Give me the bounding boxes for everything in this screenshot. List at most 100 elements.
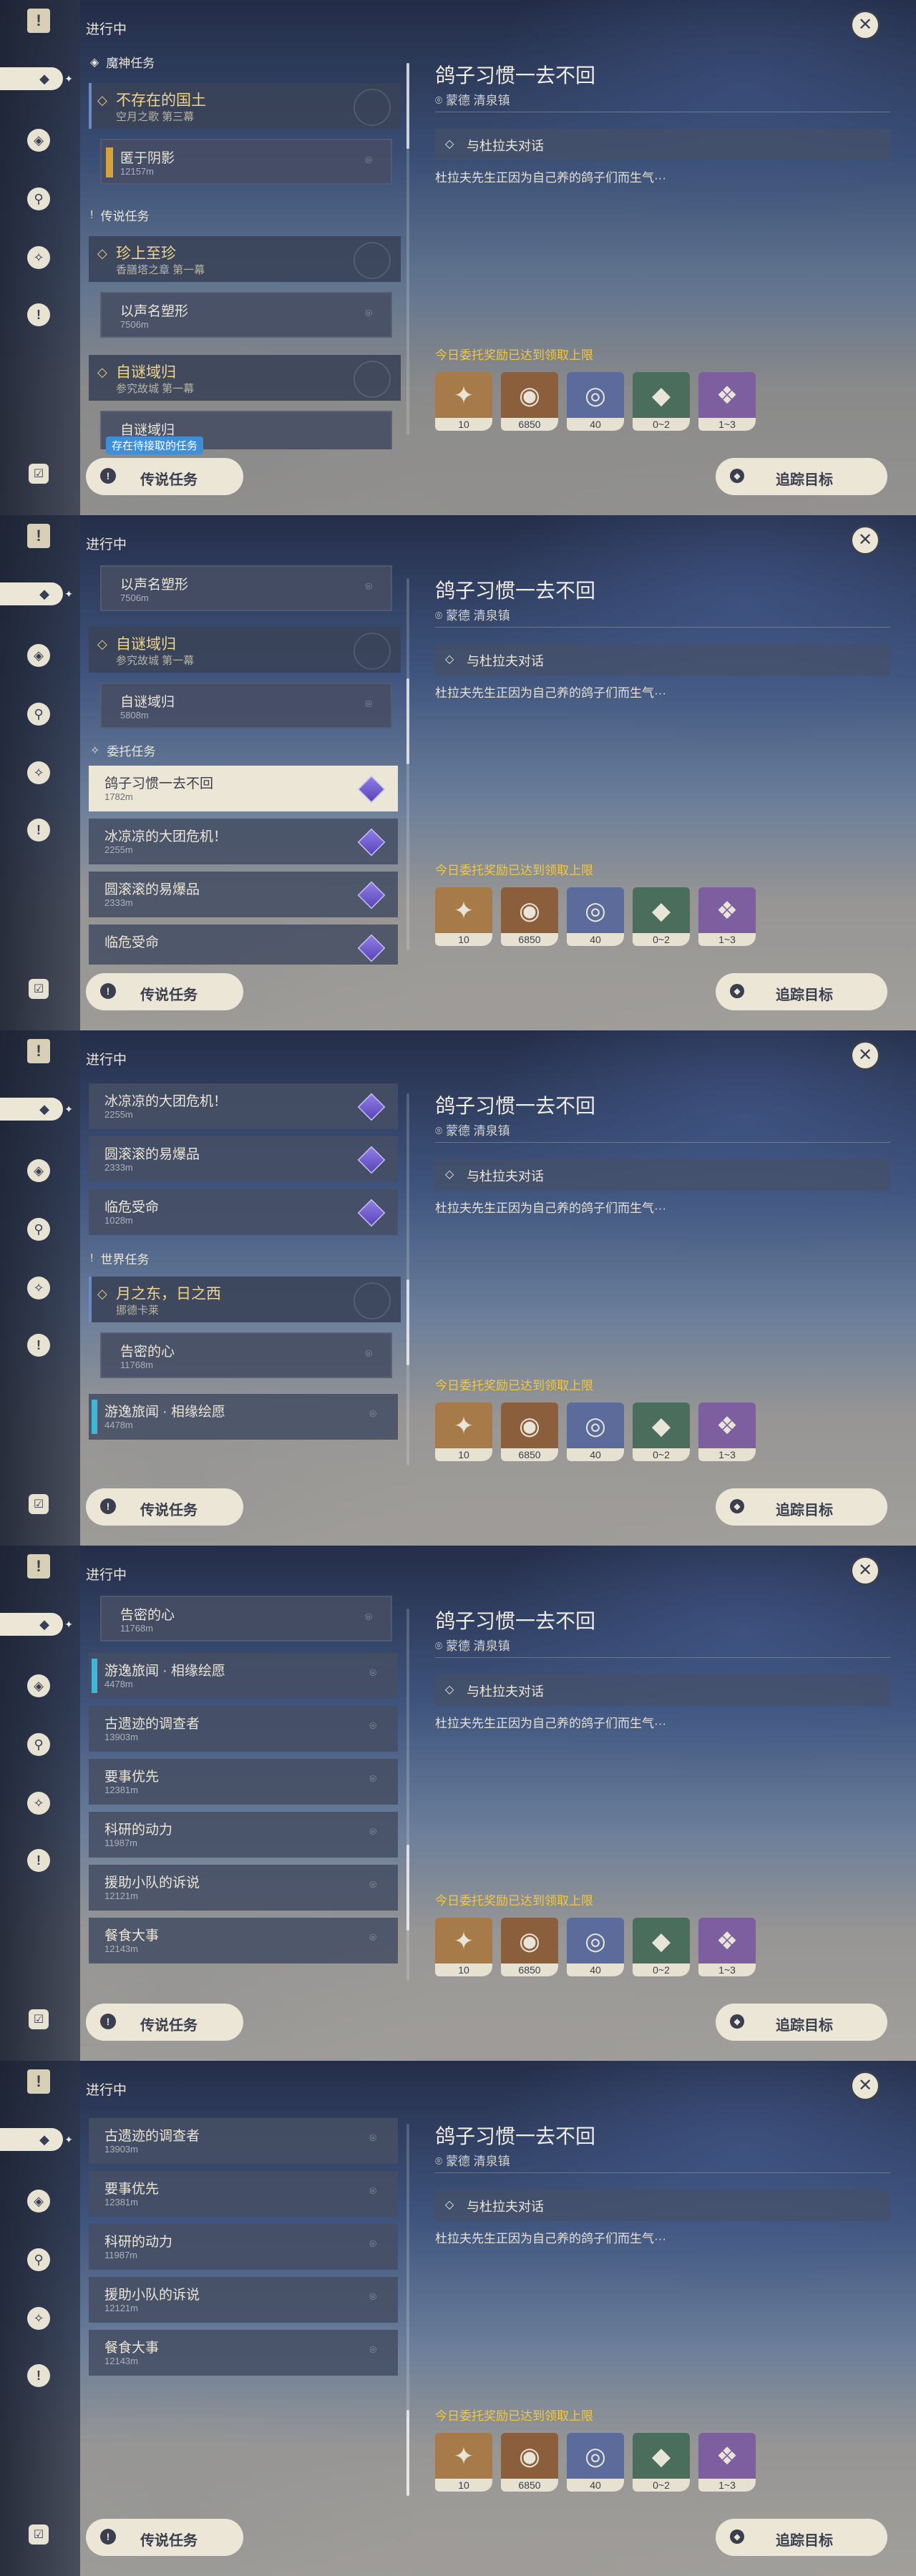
nav-all-quests[interactable]: ◆ ✦ xyxy=(0,582,73,605)
settings-icon[interactable]: ☑ xyxy=(29,464,49,484)
quest-item[interactable]: 冰凉凉的大团危机！ 2255m xyxy=(89,819,398,864)
list-scrollbar[interactable] xyxy=(406,63,409,435)
reward-item[interactable]: ◆ 0~2 xyxy=(633,887,690,946)
nav-all-quests[interactable]: ◆ ✦ xyxy=(0,1613,73,1636)
scroll-thumb[interactable] xyxy=(406,63,409,149)
quest-parent[interactable]: ◇ 不存在的国土 空月之歌 第三幕 xyxy=(89,83,401,129)
list-scrollbar[interactable] xyxy=(406,578,409,950)
reward-item[interactable]: ✦ 10 xyxy=(435,1402,492,1461)
quest-list[interactable]: 冰凉凉的大团危机！ 2255m 圆滚滚的易爆品 2333m 临危受命 1028m ! 世… xyxy=(86,1073,401,1480)
reward-item[interactable]: ◆ 0~2 xyxy=(633,372,690,431)
nav-story-quests[interactable]: ⚲ xyxy=(27,703,50,726)
settings-icon[interactable]: ☑ xyxy=(29,1494,49,1514)
quest-item[interactable]: 临危受命 xyxy=(89,924,398,965)
settings-icon[interactable]: ☑ xyxy=(29,2524,49,2545)
nav-archon-quests[interactable]: ◈ xyxy=(27,1674,50,1697)
nav-world-quests[interactable]: ! xyxy=(27,1849,50,1872)
legend-quest-button[interactable]: ! 传说任务 xyxy=(86,1488,243,1526)
nav-commissions[interactable]: ✧ xyxy=(27,1792,50,1815)
quest-item[interactable]: 古遗迹的调查者 13903m ⌾ xyxy=(89,1706,398,1752)
reward-item[interactable]: ◆ 0~2 xyxy=(633,1402,690,1461)
nav-world-quests[interactable]: ! xyxy=(27,303,50,326)
reward-item[interactable]: ✦ 10 xyxy=(435,887,492,946)
quest-item[interactable]: 古遗迹的调查者 13903m ⌾ xyxy=(89,2118,398,2164)
reward-item[interactable]: ◉ 6850 xyxy=(501,1402,558,1461)
reward-item[interactable]: ◉ 6850 xyxy=(501,2433,558,2492)
close-button[interactable]: ✕ xyxy=(850,1556,880,1586)
quest-child[interactable]: 以声名塑形 7506m ⌾ xyxy=(100,292,392,338)
nav-commissions[interactable]: ✧ xyxy=(27,761,50,784)
quest-parent[interactable]: ◇ 月之东，日之西 挪德卡莱 xyxy=(89,1277,401,1322)
nav-world-quests[interactable]: ! xyxy=(27,819,50,841)
quest-item[interactable]: 游逸旅闻 · 相缘绘愿 4478m ⌾ xyxy=(89,1394,398,1440)
reward-item[interactable]: ✦ 10 xyxy=(435,2433,492,2492)
nav-archon-quests[interactable]: ◈ xyxy=(27,644,50,667)
quest-item[interactable]: 圆滚滚的易爆品 2333m xyxy=(89,1136,398,1182)
quest-item[interactable]: 科研的动力 11987m ⌾ xyxy=(89,1812,398,1858)
reward-item[interactable]: ❖ 1~3 xyxy=(698,372,756,431)
reward-item[interactable]: ◉ 6850 xyxy=(501,372,558,431)
reward-item[interactable]: ✦ 10 xyxy=(435,372,492,431)
reward-item[interactable]: ❖ 1~3 xyxy=(698,887,756,946)
quest-item[interactable]: 圆滚滚的易爆品 2333m xyxy=(89,872,398,917)
nav-story-quests[interactable]: ⚲ xyxy=(27,187,50,210)
reward-item[interactable]: ❖ 1~3 xyxy=(698,2433,756,2492)
reward-item[interactable]: ❖ 1~3 xyxy=(698,1918,756,1976)
reward-item[interactable]: ◎ 40 xyxy=(567,1402,624,1461)
nav-all-quests[interactable]: ◆ ✦ xyxy=(0,2128,73,2151)
settings-icon[interactable]: ☑ xyxy=(29,979,49,999)
quest-list[interactable]: ◈ 魔神任务 ◇ 不存在的国土 空月之歌 第三幕 匿于阴影 12157m ⌾ ! 传… xyxy=(86,43,401,449)
quest-item-selected[interactable]: 鸽子习惯一去不回 1782m xyxy=(89,766,398,811)
legend-quest-button[interactable]: ! 传说任务 xyxy=(86,458,243,495)
close-button[interactable]: ✕ xyxy=(850,10,880,40)
legend-quest-button[interactable]: ! 传说任务 xyxy=(86,2519,243,2556)
track-objective-button[interactable]: ◆ 追踪目标 xyxy=(716,458,887,495)
quest-item[interactable]: 餐食大事 12143m ⌾ xyxy=(89,2330,398,2376)
nav-story-quests[interactable]: ⚲ xyxy=(27,2248,50,2271)
quest-item[interactable]: 冰凉凉的大团危机！ 2255m xyxy=(89,1083,398,1129)
quest-child[interactable]: 匿于阴影 12157m ⌾ xyxy=(100,139,392,185)
nav-all-quests[interactable]: ◆ ✦ xyxy=(0,1098,73,1121)
list-scrollbar[interactable] xyxy=(406,1609,409,1981)
quest-parent[interactable]: ◇ 珍上至珍 香膳塔之章 第一幕 xyxy=(89,236,401,282)
nav-commissions[interactable]: ✧ xyxy=(27,246,50,269)
list-scrollbar[interactable] xyxy=(406,2124,409,2496)
quest-parent[interactable]: ◇ 自谜域归 参究故城 第一幕 xyxy=(89,627,401,673)
nav-all-quests[interactable]: ◆ ✦ xyxy=(0,67,73,90)
quest-item[interactable]: 援助小队的诉说 12121m ⌾ xyxy=(89,1865,398,1911)
quest-parent[interactable]: ◇ 自谜域归 参究故城 第一幕 xyxy=(89,355,401,401)
nav-world-quests[interactable]: ! xyxy=(27,1334,50,1357)
legend-quest-button[interactable]: ! 传说任务 xyxy=(86,2004,243,2041)
legend-quest-button[interactable]: ! 传说任务 xyxy=(86,973,243,1010)
quest-item[interactable]: 临危受命 1028m xyxy=(89,1189,398,1235)
reward-item[interactable]: ◎ 40 xyxy=(567,1918,624,1976)
reward-item[interactable]: ◉ 6850 xyxy=(501,887,558,946)
nav-world-quests[interactable]: ! xyxy=(27,2364,50,2387)
nav-commissions[interactable]: ✧ xyxy=(27,2307,50,2330)
reward-item[interactable]: ❖ 1~3 xyxy=(698,1402,756,1461)
close-button[interactable]: ✕ xyxy=(850,525,880,555)
quest-child[interactable]: 告密的心 11768m ⌾ xyxy=(100,1596,392,1641)
reward-item[interactable]: ◆ 0~2 xyxy=(633,2433,690,2492)
quest-child[interactable]: 自谜域归 5808m ⌾ xyxy=(100,683,392,728)
nav-archon-quests[interactable]: ◈ xyxy=(27,2190,50,2212)
quest-item[interactable]: 游逸旅闻 · 相缘绘愿 4478m ⌾ xyxy=(89,1653,398,1699)
nav-commissions[interactable]: ✧ xyxy=(27,1277,50,1299)
settings-icon[interactable]: ☑ xyxy=(29,2009,49,2029)
close-button[interactable]: ✕ xyxy=(850,1040,880,1070)
reward-item[interactable]: ◉ 6850 xyxy=(501,1918,558,1976)
quest-item[interactable]: 援助小队的诉说 12121m ⌾ xyxy=(89,2277,398,2323)
nav-story-quests[interactable]: ⚲ xyxy=(27,1218,50,1241)
quest-list[interactable]: 古遗迹的调查者 13903m ⌾ 要事优先 12381m ⌾ 科研的动力 11987m… xyxy=(86,2104,401,2510)
quest-item[interactable]: 科研的动力 11987m ⌾ xyxy=(89,2224,398,2270)
track-objective-button[interactable]: ◆ 追踪目标 xyxy=(716,2004,887,2041)
track-objective-button[interactable]: ◆ 追踪目标 xyxy=(716,973,887,1010)
track-objective-button[interactable]: ◆ 追踪目标 xyxy=(716,1488,887,1526)
reward-item[interactable]: ◎ 40 xyxy=(567,2433,624,2492)
quest-item[interactable]: 要事优先 12381m ⌾ xyxy=(89,2171,398,2217)
quest-item[interactable]: 餐食大事 12143m ⌾ xyxy=(89,1918,398,1963)
close-button[interactable]: ✕ xyxy=(850,2071,880,2101)
reward-item[interactable]: ◎ 40 xyxy=(567,372,624,431)
quest-list[interactable]: 告密的心 11768m ⌾ 游逸旅闻 · 相缘绘愿 4478m ⌾ 古遗迹的调查者 1… xyxy=(86,1589,401,1995)
nav-archon-quests[interactable]: ◈ xyxy=(27,129,50,152)
